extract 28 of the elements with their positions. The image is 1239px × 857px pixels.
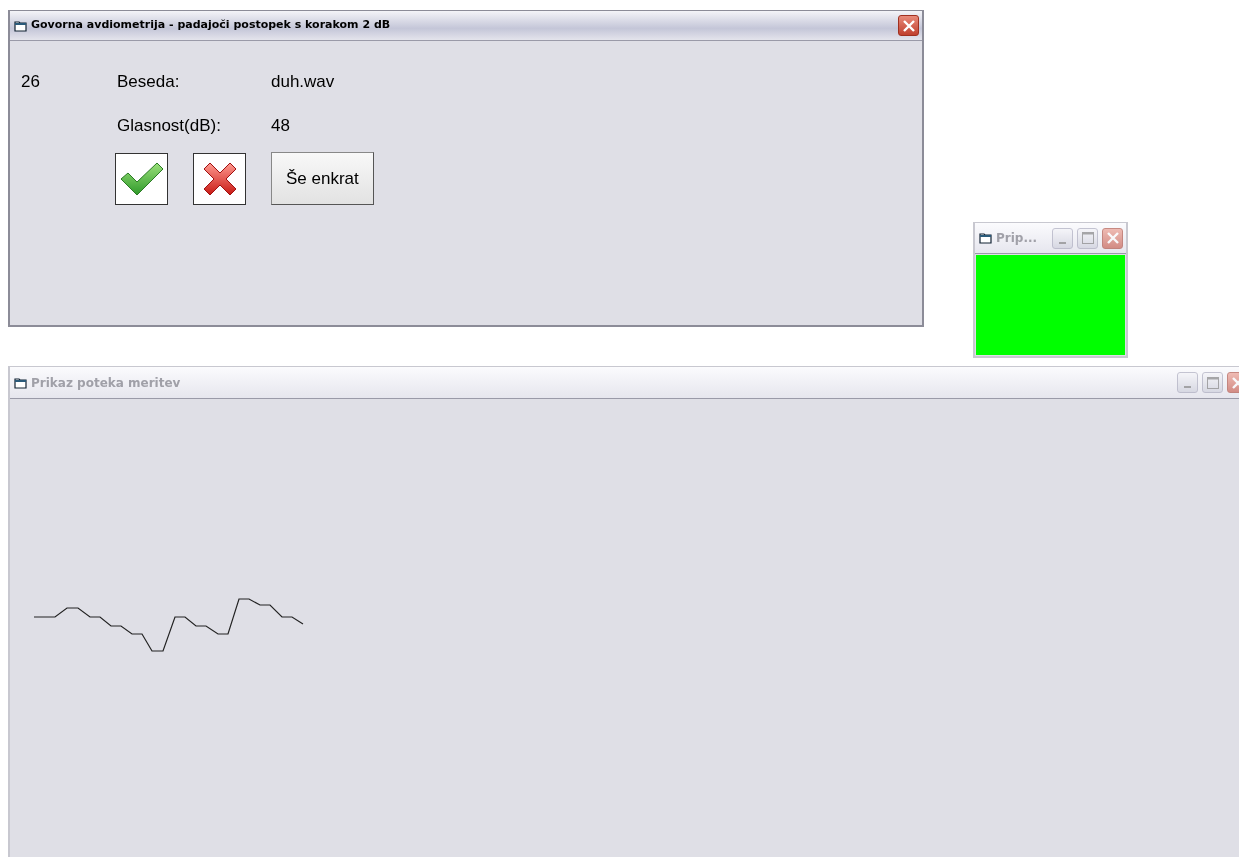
reject-button[interactable] [193, 152, 246, 205]
window-title: Prikaz poteka meritev [31, 374, 181, 392]
maximize-button[interactable] [1202, 372, 1223, 393]
counter-text: 26 [21, 71, 41, 93]
field-value: duh.wav [271, 71, 335, 93]
field-label: Glasnost(dB): [117, 114, 222, 137]
window-title: Prip... [996, 230, 1038, 247]
minimize-icon [1184, 386, 1191, 388]
window-title: Govorna avdiometrija - padajoči postopek s korakom 2 dB [31, 17, 391, 34]
maximize-icon [1081, 232, 1094, 244]
repeat-button[interactable]: Še enkrat [271, 152, 374, 205]
minimize-button[interactable] [1177, 372, 1198, 393]
checkmark-icon [118, 160, 165, 197]
maximize-button[interactable] [1077, 227, 1098, 249]
window-icon [14, 19, 27, 32]
minimize-button[interactable] [1052, 227, 1073, 249]
field-label: Beseda: [117, 71, 181, 93]
close-icon [902, 19, 915, 32]
cross-icon [201, 160, 238, 197]
accept-button[interactable] [115, 152, 168, 205]
close-icon [1106, 232, 1119, 244]
window-icon [14, 376, 27, 389]
close-icon [1231, 376, 1239, 389]
minimize-icon [1059, 241, 1066, 244]
field-value: 48 [271, 114, 290, 137]
close-button[interactable] [898, 15, 919, 36]
maximize-icon [1206, 376, 1219, 389]
window-icon [979, 232, 992, 244]
